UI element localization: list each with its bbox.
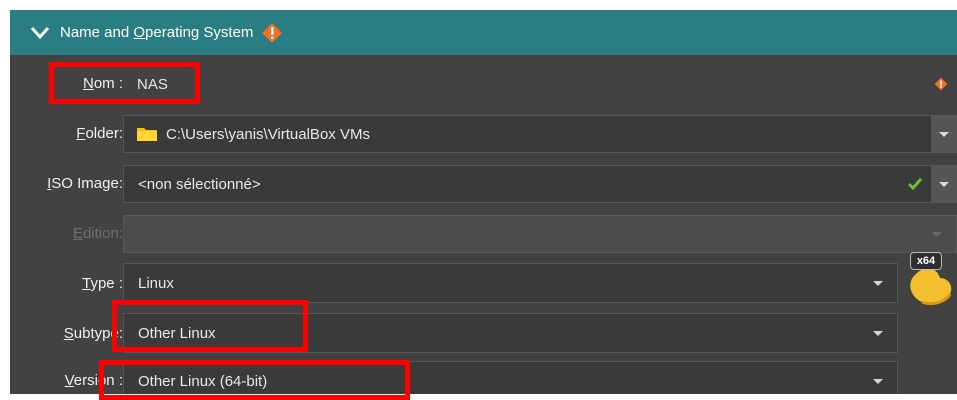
edition-dropdown-arrow: [932, 232, 942, 237]
linux-penguin-icon: x64: [896, 252, 956, 312]
version-dropdown-arrow[interactable]: [873, 379, 883, 384]
folder-dropdown-button[interactable]: [930, 116, 956, 152]
subtype-dropdown-arrow[interactable]: [873, 331, 883, 336]
section-title: Name and Operating System: [60, 24, 254, 41]
warning-icon: [261, 22, 283, 44]
edition-label: Edition:: [72, 225, 123, 242]
x64-badge: x64: [910, 252, 942, 270]
name-warning-icon: [934, 77, 948, 91]
folder-select[interactable]: C:\Users\yanis\VirtualBox VMs: [123, 115, 957, 153]
version-select[interactable]: Other Linux (64-bit): [123, 361, 898, 394]
type-select[interactable]: Linux: [123, 263, 898, 303]
name-label: Nom :: [82, 75, 123, 92]
folder-icon: [136, 126, 158, 142]
chevron-down-icon[interactable]: [30, 23, 50, 43]
subtype-select[interactable]: Other Linux: [123, 313, 898, 353]
valid-check-icon: [907, 177, 923, 191]
type-label: Type :: [82, 275, 123, 292]
iso-image-select[interactable]: <non sélectionné>: [123, 165, 957, 203]
new-vm-panel: Name and Operating System Nom : NAS Fold…: [10, 10, 957, 394]
version-label: Version :: [64, 372, 123, 389]
type-dropdown-arrow[interactable]: [873, 281, 883, 286]
folder-label: Folder:: [76, 125, 123, 142]
iso-dropdown-button[interactable]: [930, 166, 956, 202]
edition-select: [123, 215, 957, 253]
name-input[interactable]: NAS: [123, 65, 957, 103]
iso-image-label: ISO Image:: [47, 175, 123, 192]
subtype-label: Subtype:: [63, 325, 123, 342]
section-header-name-os[interactable]: Name and Operating System: [10, 10, 957, 55]
